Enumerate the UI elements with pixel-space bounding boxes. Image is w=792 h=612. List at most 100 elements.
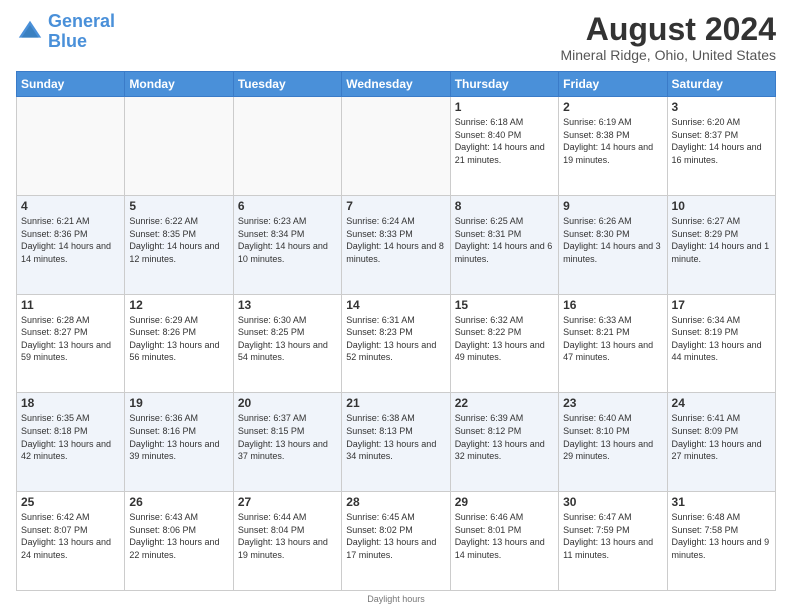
weekday-header-tuesday: Tuesday [233,72,341,97]
day-info: Sunrise: 6:29 AMSunset: 8:26 PMDaylight:… [129,314,228,364]
calendar-cell: 24 Sunrise: 6:41 AMSunset: 8:09 PMDayligh… [667,393,775,492]
day-number: 16 [563,298,662,312]
day-info: Sunrise: 6:48 AMSunset: 7:58 PMDaylight:… [672,511,771,561]
calendar-cell: 9 Sunrise: 6:26 AMSunset: 8:30 PMDaylight… [559,195,667,294]
calendar-cell: 10 Sunrise: 6:27 AMSunset: 8:29 PMDayligh… [667,195,775,294]
day-number: 8 [455,199,554,213]
calendar-cell: 25 Sunrise: 6:42 AMSunset: 8:07 PMDayligh… [17,492,125,591]
day-number: 19 [129,396,228,410]
calendar-cell: 7 Sunrise: 6:24 AMSunset: 8:33 PMDaylight… [342,195,450,294]
calendar-cell: 23 Sunrise: 6:40 AMSunset: 8:10 PMDayligh… [559,393,667,492]
calendar-cell: 14 Sunrise: 6:31 AMSunset: 8:23 PMDayligh… [342,294,450,393]
day-info: Sunrise: 6:22 AMSunset: 8:35 PMDaylight:… [129,215,228,265]
calendar-cell: 27Sunrise: 6:44 AMSunset: 8:04 PMDayligh… [233,492,341,591]
calendar-cell: 19 Sunrise: 6:36 AMSunset: 8:16 PMDayligh… [125,393,233,492]
weekday-header-thursday: Thursday [450,72,558,97]
day-info: Sunrise: 6:34 AMSunset: 8:19 PMDaylight:… [672,314,771,364]
calendar-cell: 13Sunrise: 6:30 AMSunset: 8:25 PMDayligh… [233,294,341,393]
main-title: August 2024 [560,12,776,47]
logo: General Blue [16,12,115,52]
day-info: Sunrise: 6:24 AMSunset: 8:33 PMDaylight:… [346,215,445,265]
day-number: 20 [238,396,337,410]
calendar-cell: 3 Sunrise: 6:20 AMSunset: 8:37 PMDaylight… [667,97,775,196]
day-info: Sunrise: 6:30 AMSunset: 8:25 PMDaylight:… [238,314,337,364]
day-info: Sunrise: 6:27 AMSunset: 8:29 PMDaylight:… [672,215,771,265]
daylight-hours-label: Daylight hours [367,594,425,604]
day-number: 23 [563,396,662,410]
calendar-cell [233,97,341,196]
day-info: Sunrise: 6:23 AMSunset: 8:34 PMDaylight:… [238,215,337,265]
day-number: 11 [21,298,120,312]
logo-line1: General [48,11,115,31]
calendar-cell [17,97,125,196]
subtitle: Mineral Ridge, Ohio, United States [560,47,776,63]
day-number: 7 [346,199,445,213]
day-info: Sunrise: 6:19 AMSunset: 8:38 PMDaylight:… [563,116,662,166]
day-info: Sunrise: 6:36 AMSunset: 8:16 PMDaylight:… [129,412,228,462]
day-info: Sunrise: 6:47 AMSunset: 7:59 PMDaylight:… [563,511,662,561]
calendar-cell [125,97,233,196]
day-number: 3 [672,100,771,114]
calendar-cell: 30Sunrise: 6:47 AMSunset: 7:59 PMDayligh… [559,492,667,591]
day-number: 1 [455,100,554,114]
day-number: 4 [21,199,120,213]
calendar-table: SundayMondayTuesdayWednesdayThursdayFrid… [16,71,776,591]
day-info: Sunrise: 6:21 AMSunset: 8:36 PMDaylight:… [21,215,120,265]
day-info: Sunrise: 6:39 AMSunset: 8:12 PMDaylight:… [455,412,554,462]
footer-note: Daylight hours [16,594,776,604]
logo-icon [16,18,44,46]
day-number: 28 [346,495,445,509]
day-info: Sunrise: 6:35 AMSunset: 8:18 PMDaylight:… [21,412,120,462]
weekday-header-sunday: Sunday [17,72,125,97]
calendar-cell: 15 Sunrise: 6:32 AMSunset: 8:22 PMDayligh… [450,294,558,393]
weekday-header-saturday: Saturday [667,72,775,97]
day-number: 9 [563,199,662,213]
calendar-cell: 22 Sunrise: 6:39 AMSunset: 8:12 PMDayligh… [450,393,558,492]
calendar-cell: 16Sunrise: 6:33 AMSunset: 8:21 PMDayligh… [559,294,667,393]
day-info: Sunrise: 6:32 AMSunset: 8:22 PMDaylight:… [455,314,554,364]
calendar-cell: 6 Sunrise: 6:23 AMSunset: 8:34 PMDaylight… [233,195,341,294]
calendar-cell: 28 Sunrise: 6:45 AMSunset: 8:02 PMDayligh… [342,492,450,591]
day-info: Sunrise: 6:18 AMSunset: 8:40 PMDaylight:… [455,116,554,166]
day-info: Sunrise: 6:40 AMSunset: 8:10 PMDaylight:… [563,412,662,462]
day-number: 5 [129,199,228,213]
calendar-cell: 20 Sunrise: 6:37 AMSunset: 8:15 PMDayligh… [233,393,341,492]
calendar-cell: 26Sunrise: 6:43 AMSunset: 8:06 PMDayligh… [125,492,233,591]
day-info: Sunrise: 6:42 AMSunset: 8:07 PMDaylight:… [21,511,120,561]
calendar-cell: 21 Sunrise: 6:38 AMSunset: 8:13 PMDayligh… [342,393,450,492]
day-info: Sunrise: 6:43 AMSunset: 8:06 PMDaylight:… [129,511,228,561]
day-number: 10 [672,199,771,213]
day-number: 22 [455,396,554,410]
day-number: 6 [238,199,337,213]
day-info: Sunrise: 6:45 AMSunset: 8:02 PMDaylight:… [346,511,445,561]
day-number: 21 [346,396,445,410]
calendar-cell: 1 Sunrise: 6:18 AMSunset: 8:40 PMDaylight… [450,97,558,196]
day-number: 15 [455,298,554,312]
day-info: Sunrise: 6:37 AMSunset: 8:15 PMDaylight:… [238,412,337,462]
day-info: Sunrise: 6:38 AMSunset: 8:13 PMDaylight:… [346,412,445,462]
day-info: Sunrise: 6:44 AMSunset: 8:04 PMDaylight:… [238,511,337,561]
day-info: Sunrise: 6:20 AMSunset: 8:37 PMDaylight:… [672,116,771,166]
calendar-cell: 17Sunrise: 6:34 AMSunset: 8:19 PMDayligh… [667,294,775,393]
day-number: 25 [21,495,120,509]
calendar-cell [342,97,450,196]
title-block: August 2024 Mineral Ridge, Ohio, United … [560,12,776,63]
calendar-cell: 18Sunrise: 6:35 AMSunset: 8:18 PMDayligh… [17,393,125,492]
day-number: 14 [346,298,445,312]
calendar-cell: 8 Sunrise: 6:25 AMSunset: 8:31 PMDaylight… [450,195,558,294]
day-number: 24 [672,396,771,410]
logo-line2: Blue [48,31,87,51]
day-info: Sunrise: 6:46 AMSunset: 8:01 PMDaylight:… [455,511,554,561]
calendar-cell: 29Sunrise: 6:46 AMSunset: 8:01 PMDayligh… [450,492,558,591]
day-info: Sunrise: 6:31 AMSunset: 8:23 PMDaylight:… [346,314,445,364]
weekday-header-monday: Monday [125,72,233,97]
logo-text: General Blue [48,12,115,52]
weekday-header-friday: Friday [559,72,667,97]
day-info: Sunrise: 6:41 AMSunset: 8:09 PMDaylight:… [672,412,771,462]
day-info: Sunrise: 6:26 AMSunset: 8:30 PMDaylight:… [563,215,662,265]
calendar-cell: 11 Sunrise: 6:28 AMSunset: 8:27 PMDayligh… [17,294,125,393]
day-number: 31 [672,495,771,509]
day-info: Sunrise: 6:28 AMSunset: 8:27 PMDaylight:… [21,314,120,364]
day-number: 12 [129,298,228,312]
day-info: Sunrise: 6:25 AMSunset: 8:31 PMDaylight:… [455,215,554,265]
